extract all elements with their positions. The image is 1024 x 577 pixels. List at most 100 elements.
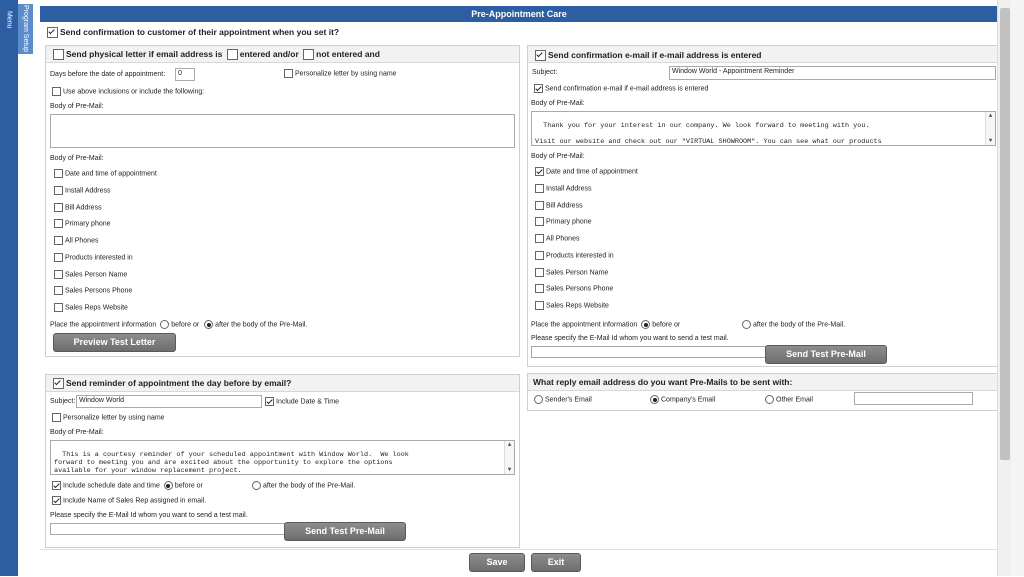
letter-item[interactable]: Sales Persons Phone [54, 286, 132, 296]
send-if-entered-row[interactable]: Send confirmation e-mail if e-mail addre… [534, 84, 708, 93]
reminder-before-radio[interactable] [163, 481, 173, 490]
reminder-personalize-checkbox[interactable] [52, 413, 61, 422]
letter-item-checkbox[interactable] [54, 202, 63, 212]
letter-item[interactable]: Products interested in [54, 252, 133, 262]
menu-tab[interactable]: Menu [0, 4, 18, 36]
email-item-checkbox[interactable] [535, 234, 544, 243]
chevron-down-icon[interactable]: ▼ [986, 137, 995, 145]
email-body-scrollbar[interactable]: ▲ ▼ [985, 112, 995, 145]
letter-item-checkbox[interactable] [54, 219, 63, 229]
email-before-label: before or [652, 321, 681, 329]
letter-personalize-checkbox[interactable] [284, 69, 293, 78]
include-schedule-checkbox[interactable] [52, 481, 61, 490]
email-body-textarea[interactable]: Thank you for your interest in our compa… [531, 111, 996, 146]
letter-item[interactable]: Sales Person Name [54, 269, 127, 279]
physical-letter-label: Send physical letter if email address is [66, 49, 223, 59]
email-item[interactable]: All Phones [535, 234, 579, 243]
email-item[interactable]: Sales Person Name [535, 267, 608, 277]
email-item-checkbox[interactable] [535, 200, 544, 210]
entered-checkbox[interactable] [226, 49, 238, 61]
chevron-down-icon[interactable]: ▼ [505, 466, 514, 474]
email-send-test-button[interactable]: Send Test Pre-Mail [765, 345, 887, 364]
send-if-entered-checkbox[interactable] [534, 84, 543, 93]
scrollbar-thumb[interactable] [1000, 8, 1010, 460]
reminder-after-row[interactable]: after the body of the Pre-Mail. [252, 481, 355, 490]
email-item-checkbox[interactable] [535, 250, 544, 260]
chevron-up-icon[interactable]: ▲ [505, 441, 514, 449]
letter-item[interactable]: Primary phone [54, 219, 111, 229]
email-after-row[interactable]: after the body of the Pre-Mail. [742, 320, 845, 329]
reminder-body-textarea[interactable]: This is a courtesy reminder of your sche… [50, 440, 515, 475]
reminder-test-input[interactable] [50, 523, 285, 535]
email-test-input[interactable] [531, 346, 766, 358]
letter-item-checkbox[interactable] [54, 185, 63, 195]
include-date-checkbox[interactable] [265, 397, 274, 406]
email-item-checkbox[interactable] [535, 267, 544, 277]
email-item-checkbox[interactable] [535, 167, 544, 176]
other-email-input[interactable] [854, 392, 973, 405]
reminder-checkbox[interactable] [53, 378, 64, 390]
preview-test-letter-button[interactable]: Preview Test Letter [53, 333, 176, 352]
master-confirmation-row[interactable]: Send confirmation to customer of their a… [47, 27, 339, 39]
not-entered-checkbox[interactable] [303, 49, 315, 61]
use-above-checkbox[interactable] [52, 87, 61, 96]
letter-item[interactable]: Bill Address [54, 202, 102, 212]
exit-button[interactable]: Exit [531, 553, 581, 572]
email-item[interactable]: Bill Address [535, 200, 583, 210]
letter-item[interactable]: All Phones [54, 236, 98, 245]
reminder-send-test-button[interactable]: Send Test Pre-Mail [284, 522, 406, 541]
email-item[interactable]: Sales Reps Website [535, 301, 609, 310]
email-item-checkbox[interactable] [535, 301, 544, 310]
email-item[interactable]: Primary phone [535, 217, 592, 227]
letter-item-checkbox[interactable] [54, 303, 63, 312]
reminder-personalize-row[interactable]: Personalize letter by using name [52, 413, 165, 422]
email-item[interactable]: Install Address [535, 183, 592, 193]
senders-email-radio[interactable] [534, 395, 543, 404]
other-email-radio[interactable] [765, 395, 774, 404]
email-item-checkbox[interactable] [535, 284, 544, 294]
email-before-radio[interactable] [641, 320, 651, 329]
letter-item-checkbox[interactable] [54, 236, 63, 245]
letter-after-radio[interactable] [204, 320, 214, 329]
reminder-body-scrollbar[interactable]: ▲ ▼ [504, 441, 514, 474]
email-item[interactable]: Products interested in [535, 250, 614, 260]
senders-email-row[interactable]: Sender's Email [534, 395, 592, 404]
letter-body-textarea[interactable] [50, 114, 515, 148]
physical-letter-checkbox[interactable] [53, 49, 64, 61]
email-subject-input[interactable]: Window World - Appointment Reminder [669, 66, 996, 80]
letter-item-checkbox[interactable] [54, 169, 63, 178]
days-before-label: Days before the date of appointment: [50, 71, 166, 78]
include-rep-checkbox[interactable] [52, 496, 61, 505]
email-item-checkbox[interactable] [535, 217, 544, 227]
letter-item-label: Sales Reps Website [65, 304, 128, 312]
email-confirmation-checkbox[interactable] [535, 50, 546, 62]
letter-item[interactable]: Date and time of appointment [54, 169, 157, 178]
letter-body-label: Body of Pre-Mail: [50, 103, 104, 110]
reminder-subject-input[interactable]: Window World [76, 395, 262, 408]
use-above-row[interactable]: Use above inclusions or include the foll… [52, 87, 204, 96]
email-item[interactable]: Date and time of appointment [535, 167, 638, 176]
other-email-row[interactable]: Other Email [765, 395, 813, 404]
master-confirmation-checkbox[interactable] [47, 27, 58, 39]
email-item-checkbox[interactable] [535, 183, 544, 193]
save-button[interactable]: Save [469, 553, 525, 572]
include-rep-row[interactable]: Include Name of Sales Rep assigned in em… [52, 496, 206, 505]
email-after-radio[interactable] [742, 320, 751, 329]
letter-item-checkbox[interactable] [54, 252, 63, 262]
letter-item-label: Bill Address [65, 203, 102, 211]
letter-personalize-row[interactable]: Personalize letter by using name [284, 69, 397, 78]
company-email-radio[interactable] [650, 395, 659, 404]
letter-item-checkbox[interactable] [54, 269, 63, 279]
page-scrollbar[interactable] [997, 0, 1012, 576]
chevron-up-icon[interactable]: ▲ [986, 112, 995, 120]
company-email-row[interactable]: Company's Email [650, 395, 715, 404]
letter-item-checkbox[interactable] [54, 286, 63, 296]
days-before-input[interactable]: 0 [175, 68, 195, 81]
email-item[interactable]: Sales Persons Phone [535, 284, 613, 294]
letter-item[interactable]: Install Address [54, 185, 111, 195]
reminder-after-radio[interactable] [252, 481, 261, 490]
include-date-row[interactable]: Include Date & Time [265, 397, 339, 406]
letter-before-radio[interactable] [160, 320, 170, 329]
letter-item[interactable]: Sales Reps Website [54, 303, 128, 312]
program-setup-tab[interactable]: Program Setup [18, 4, 33, 54]
